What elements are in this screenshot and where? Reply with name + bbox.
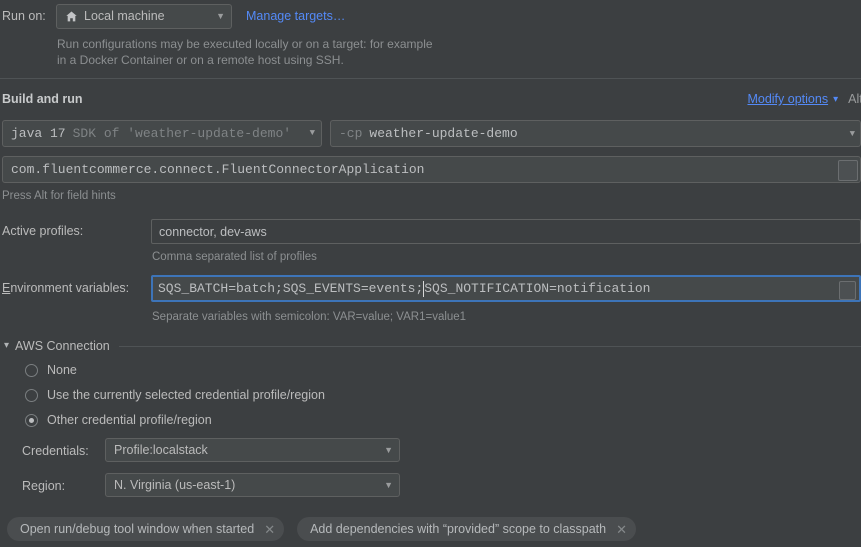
aws-connection-group-header[interactable]: ▾ AWS Connection [4, 339, 861, 353]
main-class-value: com.fluentcommerce.connect.FluentConnect… [11, 162, 424, 177]
close-icon[interactable]: ✕ [264, 523, 275, 536]
chevron-down-icon[interactable]: ▼ [850, 129, 855, 139]
environment-variables-input[interactable]: SQS_BATCH=batch;SQS_EVENTS=events;SQS_NO… [151, 275, 861, 302]
radio-icon[interactable] [25, 364, 38, 377]
browse-button-icon[interactable] [838, 160, 858, 181]
chevron-down-icon: ▼ [374, 446, 393, 455]
run-target-dropdown[interactable]: Local machine ▼ [56, 4, 232, 29]
chevron-down-icon[interactable]: ▾ [4, 341, 9, 351]
run-on-label: Run on: [2, 9, 56, 23]
aws-option-other-profile[interactable]: Other credential profile/region [25, 413, 212, 427]
run-on-description: Run configurations may be executed local… [57, 36, 657, 68]
group-separator-line [119, 346, 861, 347]
credentials-dropdown[interactable]: Profile:localstack ▼ [105, 438, 400, 462]
chevron-down-icon[interactable]: ▾ [833, 94, 838, 105]
section-divider [0, 78, 861, 79]
options-chip-row: Open run/debug tool window when started … [7, 517, 636, 541]
classpath-module: weather-update-demo [369, 126, 517, 141]
jdk-dropdown[interactable]: java 17 SDK of 'weather-update-demo' ▼ [2, 120, 322, 147]
environment-variables-value-before-caret: SQS_BATCH=batch;SQS_EVENTS=events; [158, 281, 423, 296]
vm-options-field[interactable]: -cp weather-update-demo ▼ [330, 120, 861, 147]
active-profiles-hint: Comma separated list of profiles [152, 251, 317, 263]
active-profiles-input[interactable]: connector, dev-aws [151, 219, 861, 244]
environment-variables-label: Environment variables: [2, 281, 129, 295]
modify-options-link[interactable]: Modify options [747, 92, 828, 106]
aws-option-current-profile-label: Use the currently selected credential pr… [47, 388, 325, 402]
credentials-label: Credentials: [22, 444, 89, 458]
aws-option-none[interactable]: None [25, 363, 77, 377]
radio-selected-icon[interactable] [25, 414, 38, 427]
aws-option-none-label: None [47, 363, 77, 377]
close-icon[interactable]: ✕ [616, 523, 627, 536]
chip-open-run-debug-tool-window[interactable]: Open run/debug tool window when started … [7, 517, 284, 541]
chip-label: Add dependencies with “provided” scope t… [310, 522, 606, 536]
jdk-description: SDK of 'weather-update-demo' [73, 126, 291, 141]
run-on-description-line1: Run configurations may be executed local… [57, 36, 657, 52]
region-value: N. Virginia (us-east-1) [114, 478, 235, 492]
build-and-run-header: Build and run [2, 92, 83, 106]
chevron-down-icon: ▼ [300, 129, 315, 138]
aws-option-current-profile[interactable]: Use the currently selected credential pr… [25, 388, 325, 402]
active-profiles-value: connector, dev-aws [159, 225, 267, 239]
region-label: Region: [22, 479, 65, 493]
credentials-value: Profile:localstack [114, 443, 208, 457]
modify-options-group: Modify options ▾ Alt+ [747, 92, 861, 106]
run-on-row: Run on: Local machine ▼ Manage targets… [0, 0, 861, 32]
main-class-field[interactable]: com.fluentcommerce.connect.FluentConnect… [2, 156, 861, 183]
classpath-flag: -cp [339, 126, 362, 141]
region-dropdown[interactable]: N. Virginia (us-east-1) ▼ [105, 473, 400, 497]
browse-button-icon[interactable] [839, 281, 856, 300]
chevron-down-icon: ▼ [206, 12, 225, 21]
manage-targets-link[interactable]: Manage targets… [246, 9, 345, 23]
chip-label: Open run/debug tool window when started [20, 522, 254, 536]
modify-options-shortcut: Alt+ [848, 92, 861, 106]
run-on-description-line2: in a Docker Container or on a remote hos… [57, 52, 657, 68]
field-hint-text: Press Alt for field hints [2, 190, 116, 202]
chevron-down-icon: ▼ [374, 481, 393, 490]
home-icon [65, 10, 78, 23]
active-profiles-label: Active profiles: [2, 224, 83, 238]
radio-icon[interactable] [25, 389, 38, 402]
environment-variables-hint: Separate variables with semicolon: VAR=v… [152, 311, 466, 323]
environment-variables-label-rest: nvironment variables: [10, 281, 129, 295]
aws-connection-title: AWS Connection [15, 339, 110, 353]
jdk-version: java 17 [11, 126, 66, 141]
environment-variables-value-after-caret: SQS_NOTIFICATION=notification [424, 281, 650, 296]
run-target-value: Local machine [84, 9, 165, 23]
aws-option-other-profile-label: Other credential profile/region [47, 413, 212, 427]
chip-add-provided-dependencies[interactable]: Add dependencies with “provided” scope t… [297, 517, 636, 541]
